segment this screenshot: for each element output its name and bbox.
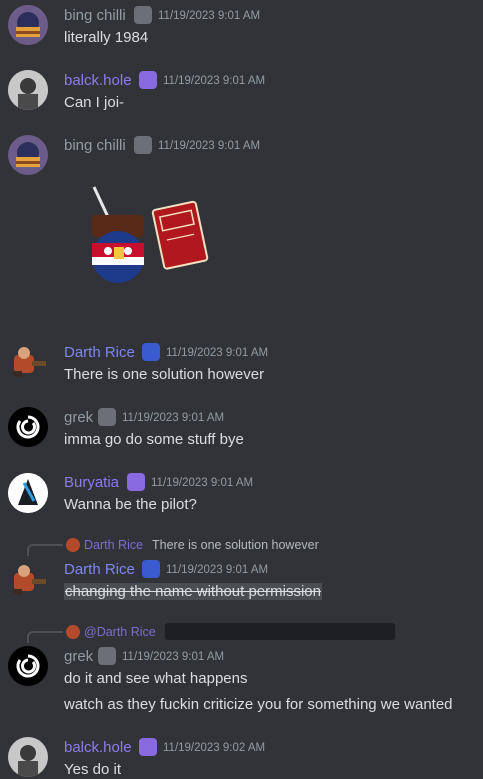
- message-text: Yes do it: [64, 761, 121, 778]
- timestamp: 11/19/2023 9:01 AM: [166, 347, 269, 359]
- avatar[interactable]: [8, 70, 48, 110]
- avatar[interactable]: [8, 559, 48, 599]
- avatar[interactable]: [8, 341, 48, 381]
- role-icon: [134, 6, 152, 24]
- author-name[interactable]: balck.hole: [64, 739, 132, 756]
- timestamp: 11/19/2023 9:01 AM: [122, 651, 225, 663]
- role-icon: [139, 738, 157, 756]
- timestamp: 11/19/2023 9:02 AM: [163, 742, 266, 754]
- timestamp: 11/19/2023 9:01 AM: [163, 75, 266, 87]
- redacted-reply-preview: [165, 623, 395, 640]
- author-name[interactable]: bing chilli: [64, 137, 126, 154]
- avatar[interactable]: [8, 135, 48, 175]
- timestamp: 11/19/2023 9:01 AM: [158, 140, 261, 152]
- role-icon: [127, 473, 145, 491]
- reply-connector: [27, 544, 63, 556]
- reply-author[interactable]: @Darth Rice: [84, 625, 156, 639]
- message-text: There is one solution however: [64, 366, 265, 383]
- author-name[interactable]: balck.hole: [64, 72, 132, 89]
- author-name[interactable]: Darth Rice: [64, 561, 135, 578]
- role-icon: [134, 136, 152, 154]
- timestamp: 11/19/2023 9:01 AM: [122, 412, 225, 424]
- avatar[interactable]: [8, 5, 48, 45]
- reply-author[interactable]: Darth Rice: [84, 538, 143, 552]
- countryball-sticker[interactable]: [86, 185, 216, 290]
- message-text: imma go do some stuff bye: [64, 431, 244, 448]
- timestamp: 11/19/2023 9:01 AM: [166, 564, 269, 576]
- message-text: Wanna be the pilot?: [64, 496, 197, 513]
- message-text: changing the name without permission: [64, 583, 322, 600]
- avatar[interactable]: [8, 646, 48, 686]
- role-icon: [139, 71, 157, 89]
- timestamp: 11/19/2023 9:01 AM: [151, 477, 254, 489]
- role-icon: [98, 408, 116, 426]
- avatar[interactable]: [8, 737, 48, 777]
- author-name[interactable]: Darth Rice: [64, 344, 135, 361]
- message-text: literally 1984: [64, 29, 149, 46]
- author-name[interactable]: Buryatia: [64, 474, 119, 491]
- role-icon: [98, 647, 116, 665]
- message-text: watch as they fuckin criticize you for s…: [64, 696, 453, 713]
- reply-connector: [27, 631, 63, 643]
- reply-avatar: [66, 538, 80, 552]
- message-text: Can I joi-: [64, 94, 125, 111]
- author-name[interactable]: grek: [64, 409, 93, 426]
- timestamp: 11/19/2023 9:01 AM: [158, 10, 261, 22]
- avatar[interactable]: [8, 473, 48, 513]
- avatar[interactable]: [8, 407, 48, 447]
- role-icon: [142, 560, 160, 578]
- author-name[interactable]: grek: [64, 648, 93, 665]
- reply-avatar: [66, 625, 80, 639]
- reply-preview[interactable]: There is one solution however: [152, 538, 319, 552]
- message-text: do it and see what happens: [64, 670, 248, 687]
- author-name[interactable]: bing chilli: [64, 7, 126, 24]
- role-icon: [142, 343, 160, 361]
